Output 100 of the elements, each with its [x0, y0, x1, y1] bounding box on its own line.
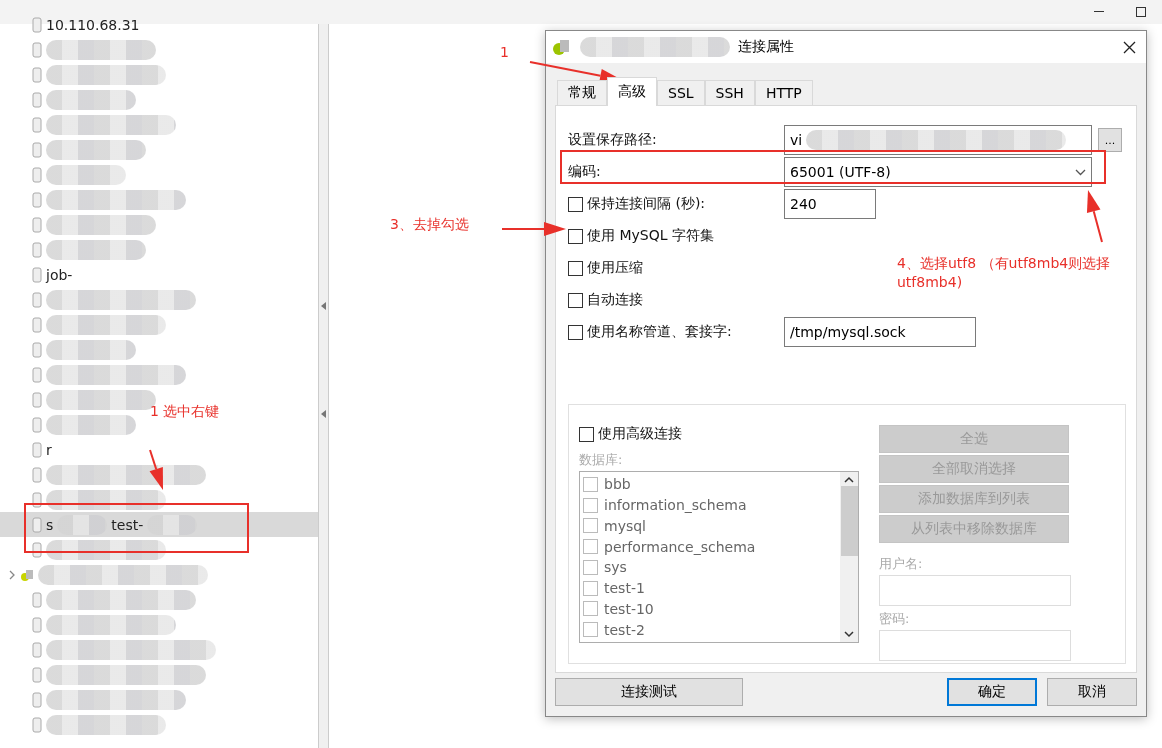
tree-item-label: r: [46, 441, 52, 458]
database-icon: [32, 716, 42, 733]
checkbox-label: 使用压缩: [587, 259, 643, 277]
checkbox[interactable]: [568, 292, 583, 308]
annotation-text: 4、选择utf8 （有utf8mb4则选择 utf8mb4): [897, 254, 1111, 292]
tab[interactable]: HTTP: [754, 80, 813, 105]
minimize-icon[interactable]: [1094, 11, 1104, 13]
window-title: 连接属性: [738, 38, 795, 56]
checkbox[interactable]: [568, 324, 583, 340]
database-icon: [32, 316, 42, 333]
collapse-left-icon[interactable]: [321, 302, 326, 310]
checkbox[interactable]: [568, 228, 583, 244]
database-icon: [32, 691, 42, 708]
scrollbar[interactable]: [840, 472, 858, 642]
checkbox[interactable]: [568, 196, 583, 212]
annotation-arrow: [149, 449, 163, 490]
ok-button[interactable]: 确定: [947, 678, 1037, 706]
tree-item[interactable]: 10.110.68.31: [0, 12, 318, 37]
tree-item[interactable]: r: [0, 437, 318, 462]
database-icon: [32, 116, 42, 133]
field-label: 编码:: [568, 163, 601, 181]
collapse-left-icon[interactable]: [321, 410, 326, 418]
annotation-text: 3、去掉勾选: [390, 215, 469, 234]
username-field[interactable]: [879, 575, 1071, 606]
database-icon: [32, 441, 42, 458]
encoding-dropdown[interactable]: 65001 (UTF-8): [784, 157, 1092, 187]
database-icon: [32, 141, 42, 158]
connection-icon: [552, 38, 572, 56]
scroll-thumb[interactable]: [840, 486, 858, 556]
checkbox-label: 使用名称管道、套接字:: [587, 323, 732, 341]
tab[interactable]: 常规: [557, 80, 607, 105]
checkbox[interactable]: [583, 518, 598, 534]
checkbox-label: 使用 MySQL 字符集: [587, 227, 714, 245]
tree-item[interactable]: s test-: [0, 512, 318, 537]
checkbox[interactable]: [583, 580, 598, 596]
chevron-down-icon: [1075, 168, 1086, 176]
database-icon: [32, 416, 42, 433]
annotation-text: 1 选中右键: [150, 402, 220, 421]
checkbox[interactable]: [583, 476, 598, 492]
database-icon: [32, 366, 42, 383]
chevron-right-icon: [8, 569, 16, 580]
list-item[interactable]: bbb: [583, 474, 837, 495]
connection-icon: [20, 567, 34, 582]
tab[interactable]: SSL: [657, 80, 705, 105]
field-label: 数据库:: [579, 451, 624, 469]
database-icon: [32, 66, 42, 83]
chevron-up-icon[interactable]: [844, 476, 854, 483]
annotation-arrow: [501, 222, 566, 236]
database-icon: [32, 216, 42, 233]
database-icon: [32, 641, 42, 658]
path-field[interactable]: vi: [784, 125, 1092, 155]
close-icon[interactable]: [1123, 40, 1136, 54]
database-icon: [32, 291, 42, 308]
database-icon: [32, 241, 42, 258]
database-icon: [32, 41, 42, 58]
browse-button[interactable]: ...: [1098, 128, 1122, 152]
database-icon: [32, 591, 42, 608]
checkbox[interactable]: [568, 260, 583, 276]
tree-item-label: 10.110.68.31: [46, 16, 140, 33]
checkbox-label: 自动连接: [587, 291, 643, 309]
database-icon: [32, 91, 42, 108]
annotation-arrow: [1086, 190, 1103, 243]
list-item[interactable]: mysql: [583, 515, 837, 537]
password-field[interactable]: [879, 630, 1071, 661]
maximize-icon[interactable]: [1136, 7, 1146, 17]
checkbox[interactable]: [583, 539, 598, 555]
checkbox[interactable]: [583, 601, 598, 617]
input-field[interactable]: 240: [784, 189, 876, 219]
checkbox[interactable]: [583, 497, 598, 513]
input-field[interactable]: /tmp/mysql.sock: [784, 317, 976, 347]
tree-item[interactable]: job-: [0, 262, 318, 287]
list-item[interactable]: information_schema: [583, 494, 837, 516]
test-connection-button[interactable]: 连接测试: [555, 678, 743, 706]
list-item[interactable]: test-2: [583, 619, 837, 640]
list-item[interactable]: performance_schema: [583, 536, 837, 557]
checkbox[interactable]: [583, 622, 598, 638]
list-item[interactable]: test-10: [583, 598, 837, 620]
tree-item-label: job-: [46, 266, 73, 283]
field-label: 密码:: [879, 610, 911, 628]
field-label: 用户名:: [879, 555, 924, 573]
database-icon: [32, 666, 42, 683]
list-item[interactable]: sys: [583, 557, 837, 578]
tree-item-label: s: [46, 516, 54, 533]
cancel-button[interactable]: 取消: [1047, 678, 1137, 706]
database-icon: [32, 341, 42, 358]
database-icon: [32, 391, 42, 408]
annotation-text: 1: [500, 43, 509, 62]
checkbox-label: 使用高级连接: [598, 425, 682, 443]
list-item[interactable]: test-1: [583, 577, 837, 599]
checkbox[interactable]: [579, 426, 594, 442]
database-icon: [32, 266, 42, 283]
field-label: 设置保存路径:: [568, 131, 657, 149]
tab[interactable]: SSH: [704, 80, 755, 105]
chevron-down-icon[interactable]: [844, 631, 854, 638]
database-icon: [32, 491, 42, 508]
tree-item-label: test-: [111, 516, 144, 533]
checkbox[interactable]: [583, 559, 598, 575]
database-icon: [32, 191, 42, 208]
database-icon: [32, 516, 42, 533]
tab[interactable]: 高级: [607, 77, 657, 106]
